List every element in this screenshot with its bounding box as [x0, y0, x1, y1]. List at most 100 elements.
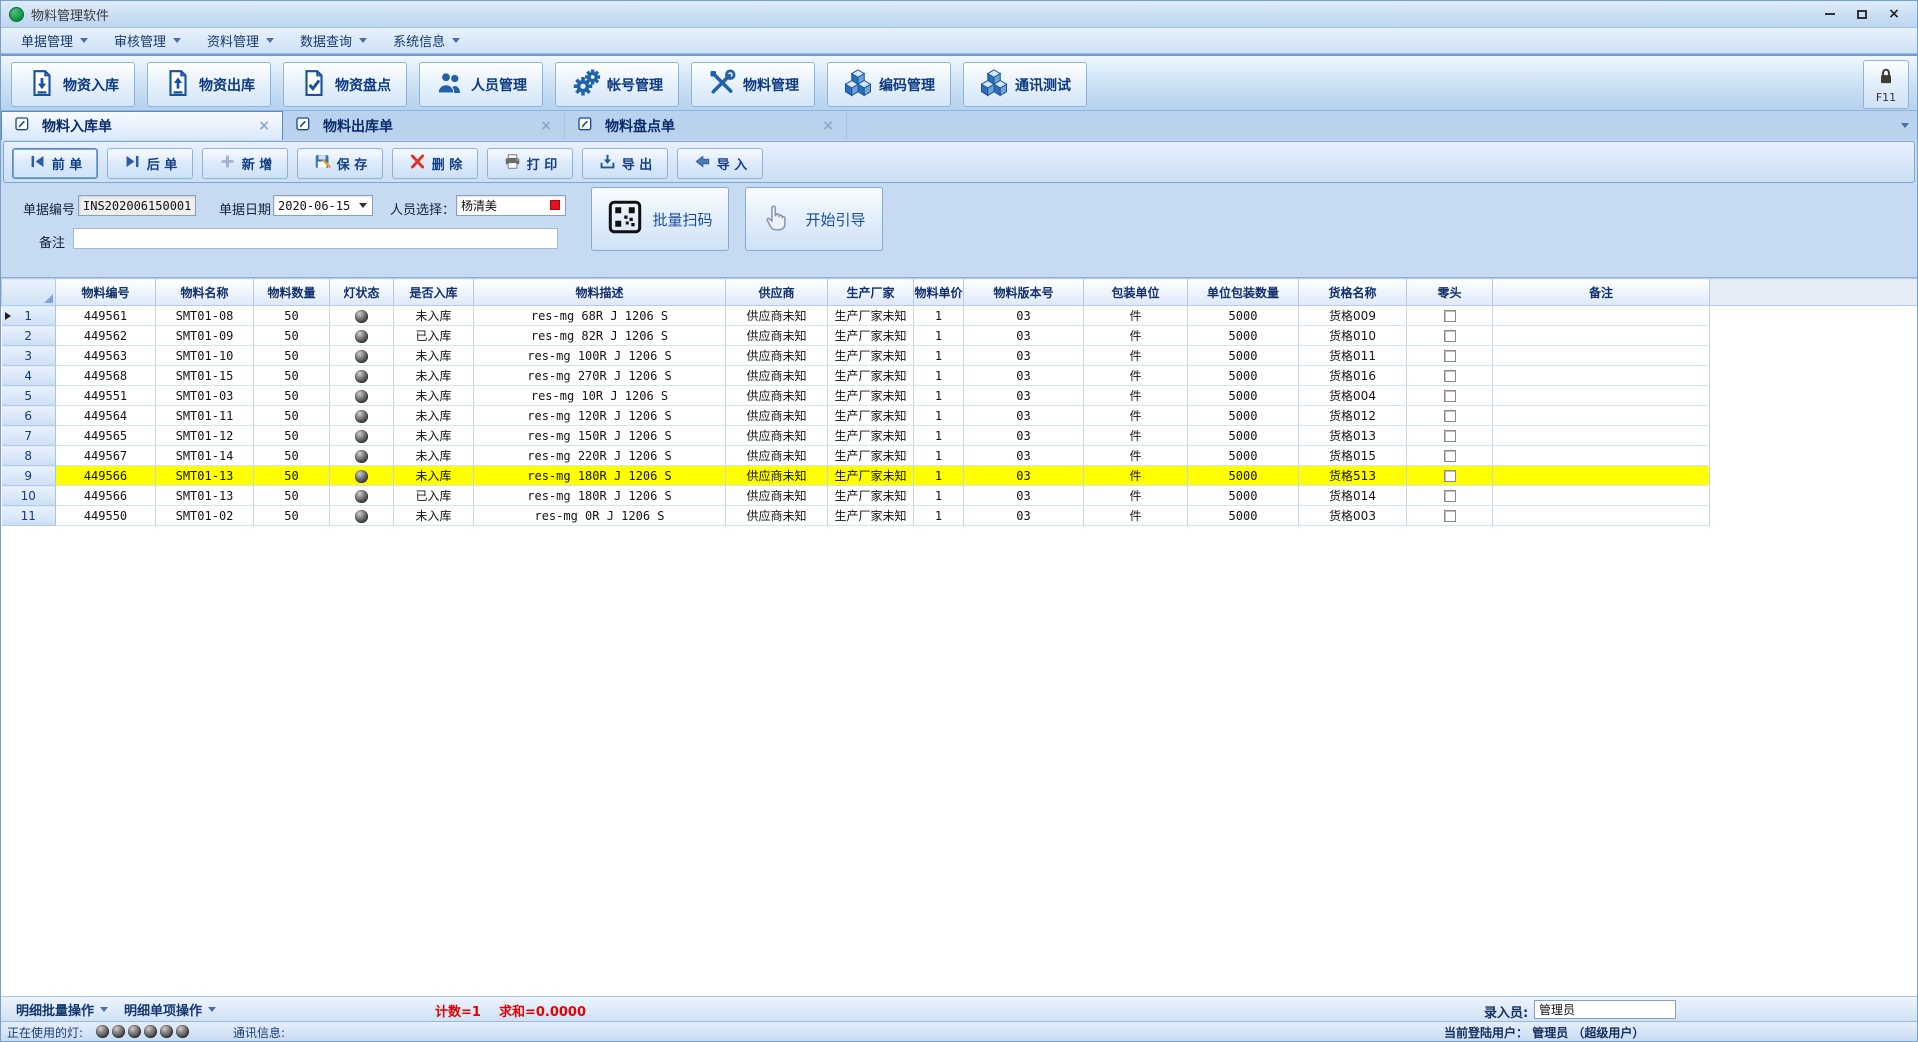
- cell-material-name[interactable]: SMT01-03: [156, 386, 254, 406]
- column-header[interactable]: 物料版本号: [964, 279, 1084, 306]
- cell-supplier[interactable]: 供应商未知: [726, 366, 828, 386]
- cell-stock-status[interactable]: 已入库: [394, 486, 474, 506]
- cell-quantity[interactable]: 50: [254, 366, 330, 386]
- cell-material-code[interactable]: 449564: [56, 406, 156, 426]
- cell-supplier[interactable]: 供应商未知: [726, 466, 828, 486]
- menu-item-1[interactable]: 单据管理: [11, 28, 98, 53]
- chevron-down-icon[interactable]: [359, 203, 367, 208]
- cell-fraction[interactable]: [1407, 446, 1493, 466]
- remark-field[interactable]: [73, 228, 558, 249]
- cell-package-qty[interactable]: 5000: [1188, 406, 1299, 426]
- cell-remark[interactable]: [1493, 386, 1710, 406]
- maximize-icon[interactable]: [1853, 6, 1871, 22]
- cell-package-qty[interactable]: 5000: [1188, 486, 1299, 506]
- toolbar-button-2[interactable]: 物资出库: [147, 62, 271, 107]
- cell-remark[interactable]: [1493, 346, 1710, 366]
- cell-remark[interactable]: [1493, 466, 1710, 486]
- cell-slot-name[interactable]: 货格016: [1299, 366, 1407, 386]
- cell-stock-status[interactable]: 未入库: [394, 506, 474, 526]
- cell-manufacturer[interactable]: 生产厂家未知: [828, 466, 914, 486]
- cell-material-name[interactable]: SMT01-10: [156, 346, 254, 366]
- cell-unit-price[interactable]: 1: [914, 486, 964, 506]
- column-header[interactable]: 物料描述: [474, 279, 726, 306]
- cell-material-code[interactable]: 449566: [56, 466, 156, 486]
- cell-description[interactable]: res-mg 150R J 1206 S: [474, 426, 726, 446]
- row-header[interactable]: 2: [2, 326, 56, 346]
- cell-manufacturer[interactable]: 生产厂家未知: [828, 406, 914, 426]
- column-header[interactable]: 供应商: [726, 279, 828, 306]
- tab-close-icon[interactable]: ×: [822, 118, 834, 134]
- cell-stock-status[interactable]: 未入库: [394, 366, 474, 386]
- cell-package-unit[interactable]: 件: [1084, 346, 1188, 366]
- cell-remark[interactable]: [1493, 306, 1710, 326]
- cell-fraction[interactable]: [1407, 426, 1493, 446]
- tab-2[interactable]: 物料出库单×: [283, 111, 565, 140]
- cell-unit-price[interactable]: 1: [914, 446, 964, 466]
- column-header[interactable]: 单位包装数量: [1188, 279, 1299, 306]
- cell-lamp-state[interactable]: [330, 486, 394, 506]
- cell-unit-price[interactable]: 1: [914, 306, 964, 326]
- fraction-checkbox[interactable]: [1444, 350, 1456, 362]
- doc-date-combo[interactable]: [273, 195, 373, 216]
- cell-description[interactable]: res-mg 220R J 1206 S: [474, 446, 726, 466]
- cell-unit-price[interactable]: 1: [914, 346, 964, 366]
- toolbar-button-1[interactable]: 物资入库: [11, 62, 135, 107]
- column-header[interactable]: 灯状态: [330, 279, 394, 306]
- select-all-header[interactable]: [2, 279, 56, 306]
- cell-material-code[interactable]: 449563: [56, 346, 156, 366]
- cell-slot-name[interactable]: 货格010: [1299, 326, 1407, 346]
- cell-lamp-state[interactable]: [330, 446, 394, 466]
- cell-description[interactable]: res-mg 10R J 1206 S: [474, 386, 726, 406]
- cell-package-unit[interactable]: 件: [1084, 486, 1188, 506]
- doc-toolbar-button-5[interactable]: 删 除: [392, 148, 478, 179]
- cell-supplier[interactable]: 供应商未知: [726, 506, 828, 526]
- cell-slot-name[interactable]: 货格013: [1299, 426, 1407, 446]
- cell-stock-status[interactable]: 未入库: [394, 446, 474, 466]
- fraction-checkbox[interactable]: [1444, 310, 1456, 322]
- cell-version[interactable]: 03: [964, 466, 1084, 486]
- cell-package-unit[interactable]: 件: [1084, 386, 1188, 406]
- tab-overflow-icon[interactable]: [1901, 123, 1909, 128]
- doc-toolbar-button-1[interactable]: 前 单: [12, 148, 98, 179]
- cell-unit-price[interactable]: 1: [914, 366, 964, 386]
- doc-toolbar-button-4[interactable]: 保 存: [297, 148, 383, 179]
- row-header[interactable]: 1: [2, 306, 56, 326]
- cell-fraction[interactable]: [1407, 406, 1493, 426]
- cell-package-unit[interactable]: 件: [1084, 466, 1188, 486]
- row-header[interactable]: 4: [2, 366, 56, 386]
- column-header[interactable]: 物料数量: [254, 279, 330, 306]
- fraction-checkbox[interactable]: [1444, 390, 1456, 402]
- toolbar-button-3[interactable]: 物资盘点: [283, 62, 407, 107]
- cell-supplier[interactable]: 供应商未知: [726, 446, 828, 466]
- doc-no-field[interactable]: [78, 195, 196, 216]
- cell-fraction[interactable]: [1407, 386, 1493, 406]
- cell-version[interactable]: 03: [964, 446, 1084, 466]
- doc-toolbar-button-7[interactable]: 导 出: [582, 148, 668, 179]
- row-header[interactable]: 10: [2, 486, 56, 506]
- doc-toolbar-button-6[interactable]: 打 印: [487, 148, 573, 179]
- cell-supplier[interactable]: 供应商未知: [726, 486, 828, 506]
- cell-lamp-state[interactable]: [330, 346, 394, 366]
- column-header[interactable]: 包装单位: [1084, 279, 1188, 306]
- minimize-icon[interactable]: [1821, 6, 1839, 22]
- toolbar-button-7[interactable]: 编码管理: [827, 62, 951, 107]
- person-picker-button[interactable]: [550, 200, 560, 210]
- fraction-checkbox[interactable]: [1444, 370, 1456, 382]
- cell-stock-status[interactable]: 未入库: [394, 466, 474, 486]
- cell-fraction[interactable]: [1407, 346, 1493, 366]
- column-header[interactable]: 是否入库: [394, 279, 474, 306]
- column-header[interactable]: 零头: [1407, 279, 1493, 306]
- cell-fraction[interactable]: [1407, 486, 1493, 506]
- cell-manufacturer[interactable]: 生产厂家未知: [828, 366, 914, 386]
- menu-item-5[interactable]: 系统信息: [383, 28, 470, 53]
- fraction-checkbox[interactable]: [1444, 410, 1456, 422]
- doc-toolbar-button-2[interactable]: 后 单: [107, 148, 193, 179]
- cell-description[interactable]: res-mg 82R J 1206 S: [474, 326, 726, 346]
- row-header[interactable]: 8: [2, 446, 56, 466]
- column-header[interactable]: 备注: [1493, 279, 1710, 306]
- cell-slot-name[interactable]: 货格003: [1299, 506, 1407, 526]
- cell-package-unit[interactable]: 件: [1084, 426, 1188, 446]
- menu-item-3[interactable]: 资料管理: [197, 28, 284, 53]
- cell-package-qty[interactable]: 5000: [1188, 386, 1299, 406]
- cell-remark[interactable]: [1493, 486, 1710, 506]
